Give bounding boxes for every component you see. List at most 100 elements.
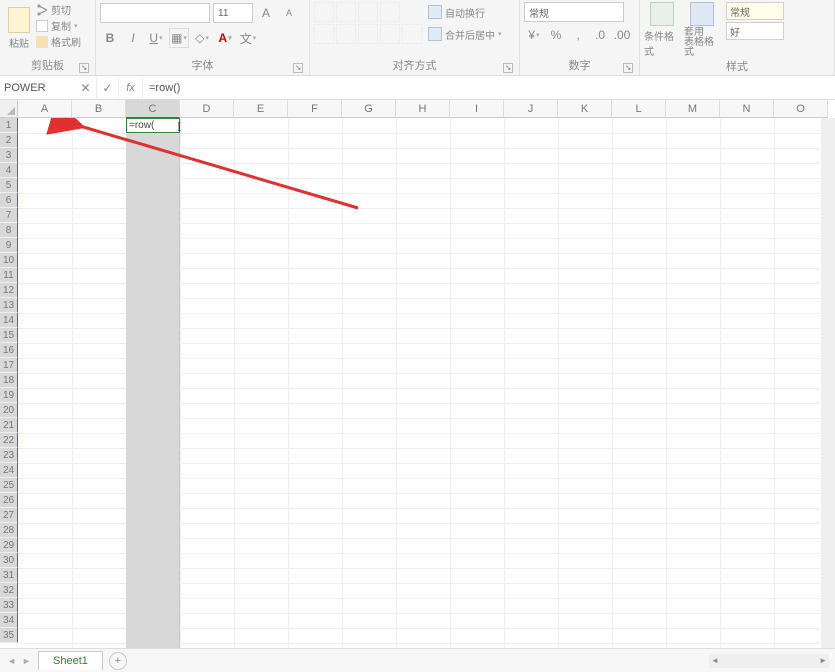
paste-button[interactable]: 粘贴 bbox=[4, 2, 34, 50]
column-header-b[interactable]: B bbox=[72, 100, 126, 118]
row-header-32[interactable]: 32 bbox=[0, 583, 18, 598]
row-header-8[interactable]: 8 bbox=[0, 223, 18, 238]
font-launcher-icon[interactable]: ↘ bbox=[293, 63, 303, 73]
sheet-tab-1[interactable]: Sheet1 bbox=[38, 651, 103, 670]
column-header-i[interactable]: I bbox=[450, 100, 504, 118]
row-header-28[interactable]: 28 bbox=[0, 523, 18, 538]
decrease-indent-button[interactable] bbox=[380, 24, 400, 44]
row-header-17[interactable]: 17 bbox=[0, 358, 18, 373]
align-top-button[interactable] bbox=[314, 2, 334, 22]
cancel-formula-button[interactable]: ✕ bbox=[75, 76, 97, 99]
column-header-n[interactable]: N bbox=[720, 100, 774, 118]
accounting-format-button[interactable]: ¥ bbox=[524, 25, 544, 45]
font-family-select[interactable] bbox=[100, 3, 210, 23]
align-left-button[interactable] bbox=[314, 24, 334, 44]
row-header-15[interactable]: 15 bbox=[0, 328, 18, 343]
increase-font-icon[interactable]: A bbox=[256, 3, 276, 23]
conditional-formatting-button[interactable]: 条件格式 bbox=[644, 2, 680, 58]
row-header-29[interactable]: 29 bbox=[0, 538, 18, 553]
italic-button[interactable]: I bbox=[123, 28, 143, 48]
row-header-19[interactable]: 19 bbox=[0, 388, 18, 403]
cell-style-good[interactable]: 好 bbox=[726, 22, 784, 40]
column-header-f[interactable]: F bbox=[288, 100, 342, 118]
copy-button[interactable]: 复制 ▾ bbox=[36, 18, 81, 33]
format-as-table-button[interactable]: 套用 表格格式 bbox=[684, 2, 720, 58]
column-header-g[interactable]: G bbox=[342, 100, 396, 118]
row-header-18[interactable]: 18 bbox=[0, 373, 18, 388]
row-header-34[interactable]: 34 bbox=[0, 613, 18, 628]
cell-style-normal[interactable]: 常规 bbox=[726, 2, 784, 20]
row-header-24[interactable]: 24 bbox=[0, 463, 18, 478]
enter-formula-button[interactable]: ✓ bbox=[97, 76, 119, 99]
alignment-launcher-icon[interactable]: ↘ bbox=[503, 63, 513, 73]
align-middle-button[interactable] bbox=[336, 2, 356, 22]
row-header-2[interactable]: 2 bbox=[0, 133, 18, 148]
formula-input[interactable] bbox=[143, 76, 835, 99]
row-header-23[interactable]: 23 bbox=[0, 448, 18, 463]
row-header-12[interactable]: 12 bbox=[0, 283, 18, 298]
cut-button[interactable]: 剪切 bbox=[36, 2, 81, 17]
row-header-1[interactable]: 1 bbox=[0, 118, 18, 133]
row-header-33[interactable]: 33 bbox=[0, 598, 18, 613]
row-header-6[interactable]: 6 bbox=[0, 193, 18, 208]
column-header-o[interactable]: O bbox=[774, 100, 828, 118]
decrease-font-icon[interactable]: A bbox=[279, 3, 299, 23]
borders-button[interactable]: ▦ bbox=[169, 28, 189, 48]
select-all-corner[interactable] bbox=[0, 100, 18, 118]
row-header-16[interactable]: 16 bbox=[0, 343, 18, 358]
row-header-30[interactable]: 30 bbox=[0, 553, 18, 568]
tab-nav-buttons[interactable]: ◄► bbox=[0, 656, 38, 666]
column-header-d[interactable]: D bbox=[180, 100, 234, 118]
underline-button[interactable]: U bbox=[146, 28, 166, 48]
column-header-e[interactable]: E bbox=[234, 100, 288, 118]
vertical-scrollbar[interactable] bbox=[821, 118, 835, 648]
orientation-button[interactable] bbox=[380, 2, 400, 22]
row-header-10[interactable]: 10 bbox=[0, 253, 18, 268]
comma-format-button[interactable]: , bbox=[568, 25, 588, 45]
name-box[interactable]: ▾ bbox=[0, 76, 75, 99]
increase-decimal-button[interactable]: .0 bbox=[590, 25, 610, 45]
wrap-text-button[interactable]: 自动换行 bbox=[428, 2, 502, 22]
column-header-m[interactable]: M bbox=[666, 100, 720, 118]
number-format-select[interactable]: 常规 bbox=[524, 2, 624, 22]
row-header-3[interactable]: 3 bbox=[0, 148, 18, 163]
merge-center-button[interactable]: 合并后居中 ▾ bbox=[428, 24, 502, 44]
horizontal-scrollbar[interactable] bbox=[709, 654, 829, 668]
column-header-l[interactable]: L bbox=[612, 100, 666, 118]
column-header-c[interactable]: C bbox=[126, 100, 180, 118]
align-right-button[interactable] bbox=[358, 24, 378, 44]
row-header-13[interactable]: 13 bbox=[0, 298, 18, 313]
row-header-22[interactable]: 22 bbox=[0, 433, 18, 448]
fill-color-button[interactable]: ◇ bbox=[192, 28, 212, 48]
row-header-7[interactable]: 7 bbox=[0, 208, 18, 223]
column-header-h[interactable]: H bbox=[396, 100, 450, 118]
column-header-k[interactable]: K bbox=[558, 100, 612, 118]
fx-icon[interactable]: fx bbox=[119, 76, 143, 99]
active-cell-c1[interactable]: =row( bbox=[126, 118, 180, 133]
decrease-decimal-button[interactable]: .00 bbox=[612, 25, 632, 45]
cells-area[interactable]: =row( bbox=[18, 118, 835, 648]
row-header-14[interactable]: 14 bbox=[0, 313, 18, 328]
row-header-20[interactable]: 20 bbox=[0, 403, 18, 418]
row-header-21[interactable]: 21 bbox=[0, 418, 18, 433]
row-header-9[interactable]: 9 bbox=[0, 238, 18, 253]
font-size-select[interactable]: 11 bbox=[213, 3, 253, 23]
row-header-31[interactable]: 31 bbox=[0, 568, 18, 583]
percent-format-button[interactable]: % bbox=[546, 25, 566, 45]
row-header-27[interactable]: 27 bbox=[0, 508, 18, 523]
row-header-11[interactable]: 11 bbox=[0, 268, 18, 283]
bold-button[interactable]: B bbox=[100, 28, 120, 48]
row-header-4[interactable]: 4 bbox=[0, 163, 18, 178]
add-sheet-button[interactable]: + bbox=[109, 652, 127, 670]
align-center-button[interactable] bbox=[336, 24, 356, 44]
increase-indent-button[interactable] bbox=[402, 24, 422, 44]
font-color-button[interactable]: A bbox=[215, 28, 235, 48]
format-painter-button[interactable]: 格式刷 bbox=[36, 34, 81, 49]
row-header-5[interactable]: 5 bbox=[0, 178, 18, 193]
number-launcher-icon[interactable]: ↘ bbox=[623, 63, 633, 73]
row-header-26[interactable]: 26 bbox=[0, 493, 18, 508]
align-bottom-button[interactable] bbox=[358, 2, 378, 22]
column-header-j[interactable]: J bbox=[504, 100, 558, 118]
phonetic-button[interactable]: 文 bbox=[238, 28, 258, 48]
column-header-a[interactable]: A bbox=[18, 100, 72, 118]
